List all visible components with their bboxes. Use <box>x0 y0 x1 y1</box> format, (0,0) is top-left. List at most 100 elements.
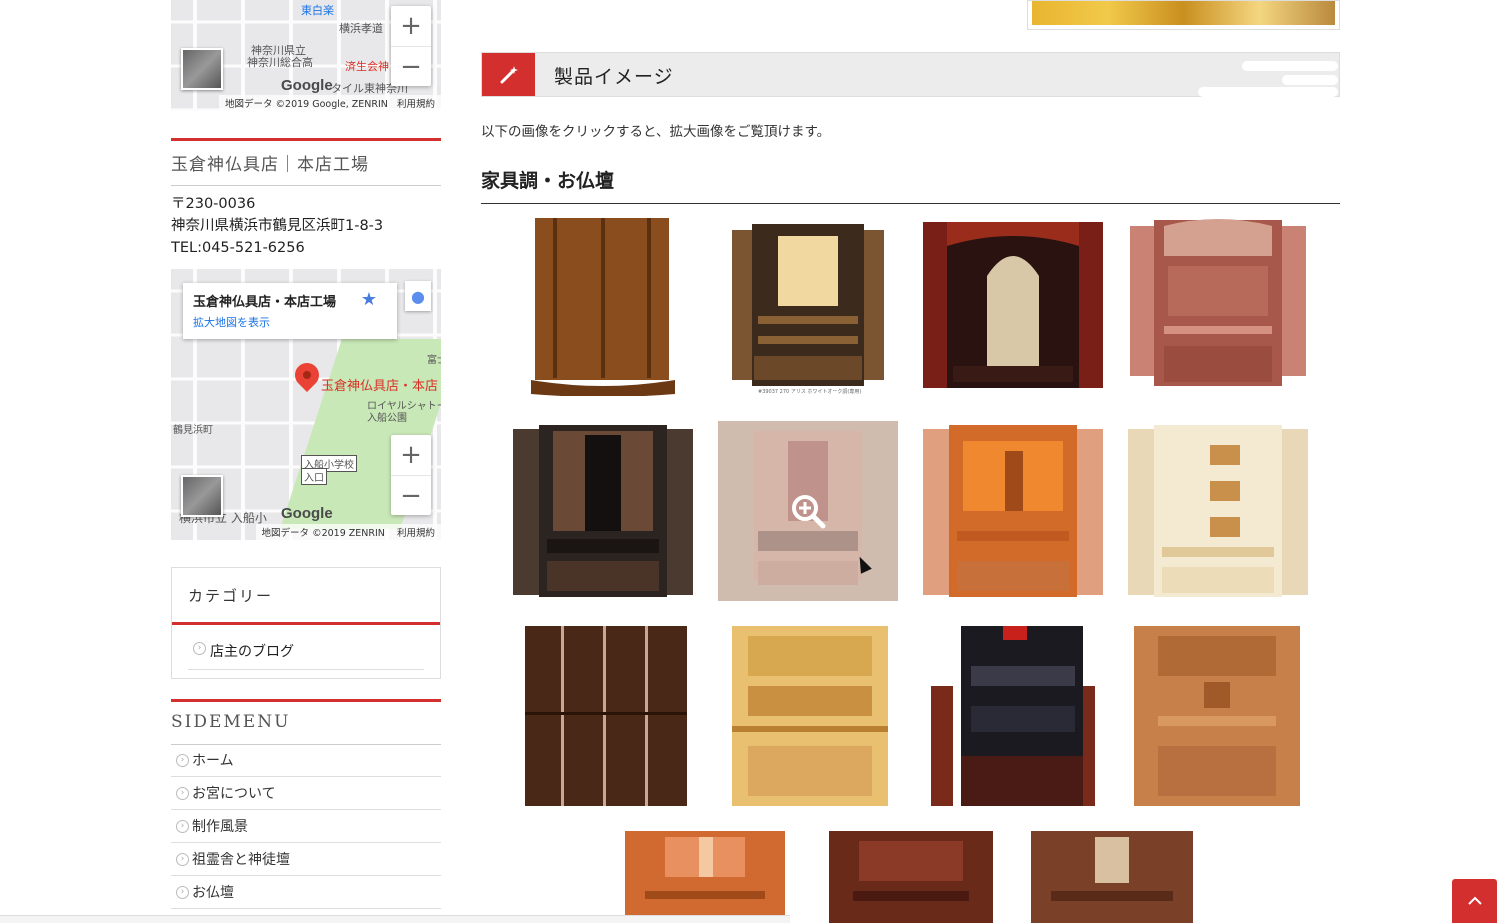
category-item-label: 店主のブログ <box>210 644 294 660</box>
category-box: カテゴリー › 店主のブログ <box>171 567 441 679</box>
product-thumbnail[interactable] <box>923 626 1103 806</box>
map-attribution: 地図データ ©2019 ZENRIN 利用規約 <box>255 524 441 540</box>
sidemenu-item-label: 祖霊舎と神徒壇 <box>192 852 290 868</box>
butsudan-image <box>923 425 1103 597</box>
sidemenu-item-label: お宮について <box>192 786 276 802</box>
butsudan-image <box>513 425 693 597</box>
sidemenu-item-soreisha[interactable]: › 祖霊舎と神徒壇 <box>171 843 441 876</box>
chevron-right-icon: › <box>176 886 189 899</box>
product-thumbnail[interactable] <box>1031 831 1193 923</box>
product-thumbnail[interactable]: #39037 270 アリス ホワイトオーク調(専用) <box>718 216 898 396</box>
sidebar: 東白楽 横浜孝道 神奈川県立 神奈川総合高 済生会神 タイル東神奈川 Googl… <box>171 0 441 909</box>
decor-cloud <box>1242 61 1338 71</box>
telephone: TEL:045-521-6256 <box>171 240 305 256</box>
product-thumbnail[interactable] <box>923 216 1103 396</box>
sidemenu-list: › ホーム › お宮について › 制作風景 › 祖霊舎と神徒壇 › お仏壇 <box>171 744 441 909</box>
product-thumbnail[interactable] <box>625 831 785 923</box>
map-label: 済生会神 <box>345 60 389 73</box>
map-label: 東白楽 <box>301 4 334 17</box>
shop-address: 〒230-0036 神奈川県横浜市鶴見区浜町1-8-3 TEL:045-521-… <box>171 193 383 259</box>
sidemenu-item-butsudan[interactable]: › お仏壇 <box>171 876 441 909</box>
chevron-up-icon <box>1467 896 1482 905</box>
product-thumbnail[interactable] <box>1128 626 1308 806</box>
satellite-toggle[interactable] <box>181 48 223 90</box>
sidemenu-title: SIDEMENU <box>171 699 441 745</box>
intro-text: 以下の画像をクリックすると、拡大画像をご覧頂けます。 <box>481 124 831 140</box>
sidemenu-item-home[interactable]: › ホーム <box>171 744 441 777</box>
section-header: 製品イメージ <box>481 52 1340 97</box>
map-top[interactable]: 東白楽 横浜孝道 神奈川県立 神奈川総合高 済生会神 タイル東神奈川 Googl… <box>171 0 441 111</box>
butsudan-image <box>829 831 993 923</box>
sidemenu-item-label: 制作風景 <box>192 819 248 835</box>
star-icon[interactable]: ★ <box>361 289 377 310</box>
map-label: 入口 <box>301 468 327 485</box>
zoom-out-button[interactable]: − <box>391 475 431 515</box>
section-title: 製品イメージ <box>554 66 674 88</box>
thumbnail-caption: #39037 270 アリス ホワイトオーク調(専用) <box>758 389 862 395</box>
map-label: 鶴見浜町 <box>173 425 213 436</box>
product-thumbnail[interactable] <box>1128 421 1308 601</box>
chevron-right-icon: › <box>176 787 189 800</box>
browser-status-bar <box>0 915 790 923</box>
butsudan-image <box>923 222 1103 388</box>
banner-image-content <box>1032 1 1335 25</box>
sidemenu-item-label: ホーム <box>192 753 234 769</box>
map-bottom[interactable]: 玉倉神仏具店・本店工場 拡大地図を表示 ★ ● 玉倉神仏具店・本店 ロイヤルシャ… <box>171 269 441 540</box>
butsudan-image <box>1134 626 1300 806</box>
back-to-top-button[interactable] <box>1452 879 1497 923</box>
product-thumbnail[interactable] <box>718 626 898 806</box>
street-address: 神奈川県横浜市鶴見区浜町1-8-3 <box>171 218 384 234</box>
product-thumbnail[interactable] <box>513 626 693 806</box>
zoom-in-icon[interactable] <box>790 493 826 529</box>
google-logo: Google <box>281 505 333 522</box>
pegman-icon[interactable]: ● <box>405 281 431 311</box>
chevron-right-icon: › <box>176 853 189 866</box>
butsudan-image <box>625 831 785 923</box>
butsudan-image <box>931 626 1095 806</box>
product-thumbnail[interactable] <box>513 421 693 601</box>
hover-overlay <box>718 421 898 601</box>
map-card-title: 玉倉神仏具店・本店工場 <box>193 295 337 310</box>
banner-image[interactable] <box>1027 0 1340 30</box>
product-thumbnail[interactable] <box>513 216 693 396</box>
shop-title: 玉倉神仏具店｜本店工場 <box>171 138 441 186</box>
category-item[interactable]: › 店主のブログ <box>188 637 424 670</box>
chevron-right-icon: › <box>176 754 189 767</box>
category-heading: 家具調・お仏壇 <box>481 166 1340 204</box>
zoom-in-button[interactable]: + <box>391 6 431 46</box>
satellite-toggle[interactable] <box>181 475 223 517</box>
sidemenu-item-about-miya[interactable]: › お宮について <box>171 777 441 810</box>
product-thumbnail[interactable] <box>1128 216 1308 396</box>
decor-cloud <box>1282 75 1338 85</box>
map-zoom-controls: + − <box>391 435 431 515</box>
butsudan-image <box>732 224 884 386</box>
butsudan-image <box>525 626 687 806</box>
map-terms-link[interactable]: 利用規約 <box>397 528 435 539</box>
map-attribution-text: 地図データ ©2019 Google, ZENRIN <box>225 99 388 110</box>
map-pin-label: 玉倉神仏具店・本店 <box>321 379 439 394</box>
product-thumbnail[interactable] <box>923 421 1103 601</box>
sidemenu-item-label: お仏壇 <box>192 885 234 901</box>
chevron-right-icon: › <box>193 642 206 655</box>
decor-cloud <box>1198 87 1338 97</box>
sidemenu-item-production[interactable]: › 制作風景 <box>171 810 441 843</box>
map-label: 富士 <box>427 355 441 366</box>
butsudan-image <box>1130 219 1306 386</box>
product-thumbnail-hovered[interactable] <box>718 421 898 601</box>
map-attribution-text: 地図データ ©2019 ZENRIN <box>261 528 385 539</box>
map-attribution: 地図データ ©2019 Google, ZENRIN 利用規約 <box>219 95 441 111</box>
butsudan-image <box>1031 831 1193 923</box>
google-logo: Google <box>281 77 333 94</box>
map-enlarge-link[interactable]: 拡大地図を表示 <box>193 314 387 330</box>
butsudan-image <box>1128 425 1308 597</box>
butsudan-image <box>531 218 675 396</box>
map-zoom-controls: + − <box>391 6 431 86</box>
map-terms-link[interactable]: 利用規約 <box>397 99 435 110</box>
product-thumbnail[interactable] <box>829 831 993 923</box>
magic-wand-icon <box>482 53 535 96</box>
map-label: 入船公園 <box>367 413 407 424</box>
zoom-in-button[interactable]: + <box>391 435 431 475</box>
map-label: 横浜孝道 <box>339 22 383 35</box>
map-label: 神奈川総合高 <box>247 56 313 69</box>
zoom-out-button[interactable]: − <box>391 46 431 86</box>
